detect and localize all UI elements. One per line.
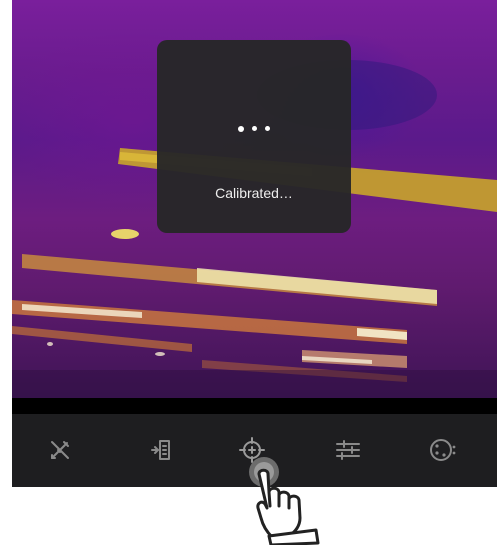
import-icon (148, 437, 174, 463)
camera-screen: Calibrated… (12, 0, 497, 487)
edit-tools-button[interactable] (42, 432, 78, 468)
bottom-toolbar (12, 414, 497, 487)
palette-button[interactable] (426, 432, 462, 468)
calibrate-crosshair-icon (238, 436, 266, 464)
preview-bottom-band (12, 398, 497, 414)
adjust-sliders-icon (334, 437, 362, 463)
edit-tools-icon (47, 437, 73, 463)
calibration-toast: Calibrated… (157, 40, 351, 233)
palette-icon (428, 436, 460, 464)
calibrate-button[interactable] (234, 432, 270, 468)
toast-message: Calibrated… (215, 185, 293, 201)
loading-dots-icon (157, 125, 351, 136)
import-button[interactable] (143, 432, 179, 468)
adjust-button[interactable] (330, 432, 366, 468)
